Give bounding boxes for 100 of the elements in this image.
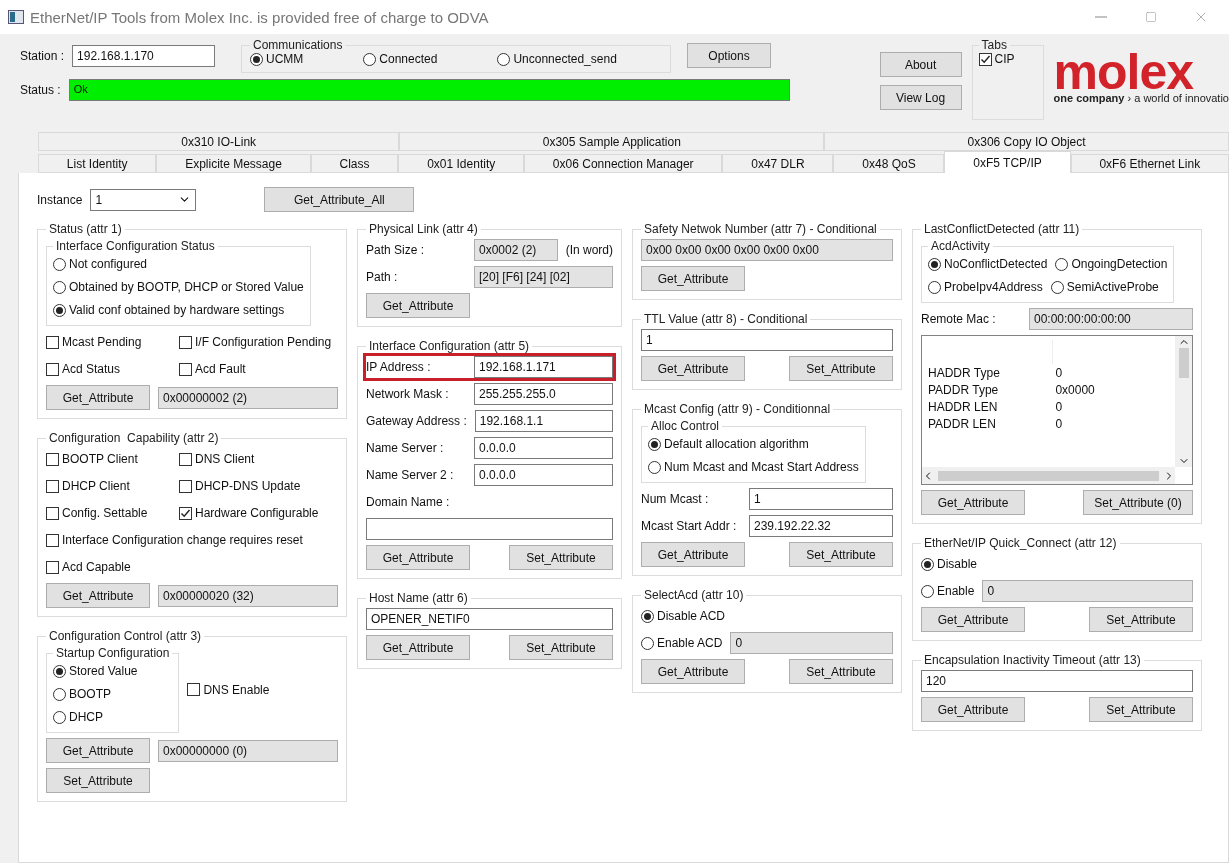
action-button[interactable]: Get_Attribute — [921, 490, 1025, 515]
action-button[interactable]: Set_Attribute — [789, 356, 893, 381]
action-button[interactable]: Get_Attribute — [46, 385, 150, 410]
options-button[interactable]: Options — [687, 43, 772, 68]
text-field[interactable]: OPENER_NETIF0 — [366, 608, 613, 630]
action-button[interactable]: Get_Attribute — [641, 659, 745, 684]
scrollbar-thumb[interactable] — [1178, 348, 1189, 378]
tab[interactable]: 0x306 Copy IO Object — [824, 132, 1229, 151]
list-cell-text: 0 — [1054, 399, 1064, 414]
action-button[interactable]: Get_Attribute — [366, 545, 470, 570]
instance-dropdown[interactable]: 1 — [90, 188, 197, 211]
scrollbar-thumb[interactable] — [938, 470, 1159, 481]
action-button[interactable]: Get_Attribute — [46, 738, 150, 763]
text-field[interactable]: 192.168.1.171 — [474, 356, 613, 378]
text-field[interactable]: 0x0002 (2) — [474, 239, 558, 261]
tab[interactable]: Explicite Message — [156, 154, 311, 173]
text-field[interactable]: 120 — [921, 670, 1193, 692]
text-field[interactable]: 0.0.0.0 — [474, 464, 613, 486]
about-button[interactable]: About — [879, 52, 962, 77]
text-field[interactable]: 1 — [749, 488, 893, 510]
tab[interactable]: 0x06 Connection Manager — [524, 154, 723, 173]
radio-option[interactable]: OngoingDetection — [1055, 257, 1168, 271]
text-field[interactable]: 1 — [641, 329, 893, 351]
action-button[interactable]: Set_Attribute — [509, 635, 613, 660]
text-field[interactable]: 255.255.255.0 — [474, 383, 613, 405]
radio-option[interactable]: UCMM — [250, 52, 304, 66]
action-button[interactable]: Get_Attribute — [366, 635, 470, 660]
text-field[interactable]: 0x00000002 (2) — [158, 386, 338, 409]
action-button[interactable]: Set_Attribute — [789, 659, 893, 684]
text-field[interactable]: 0 — [730, 632, 893, 654]
radio-option[interactable]: Not configured — [53, 257, 148, 271]
action-button[interactable]: Set_Attribute — [46, 768, 150, 793]
checkbox-option[interactable]: BOOTP Client — [46, 452, 171, 466]
radio-option[interactable]: Stored Value — [53, 664, 138, 678]
radio-option[interactable]: SemiActiveProbe — [1050, 280, 1159, 294]
station-field[interactable]: 192.168.1.170 — [72, 44, 216, 67]
checkbox-option[interactable]: DHCP-DNS Update — [179, 479, 304, 493]
checkbox-option[interactable]: Acd Capable — [46, 560, 131, 574]
list-view[interactable]: HADDR Type 0 PADDR Type 0x0000 HADDR LEN 0 PADDR LEN 0 — [921, 335, 1193, 485]
radio-option[interactable]: Connected — [363, 52, 438, 66]
get-all-button[interactable]: Get_Attribute_All — [264, 187, 415, 212]
checkbox-option[interactable]: DNS Client — [179, 452, 304, 466]
action-button[interactable]: Get_Attribute — [366, 293, 470, 318]
text-field[interactable]: [20] [F6] [24] [02] — [474, 266, 613, 288]
text-field[interactable]: 00:00:00:00:00:00 — [1029, 308, 1193, 330]
list-cell-text: 0 — [1054, 416, 1064, 431]
radio-option[interactable]: Obtained by BOOTP, DHCP or Stored Value — [53, 280, 304, 294]
text-field[interactable]: 0x00 0x00 0x00 0x00 0x00 0x00 — [641, 239, 893, 261]
action-button[interactable]: Set_Attribute — [1089, 607, 1193, 632]
radio-option[interactable]: Unconnected_send — [497, 52, 617, 66]
text-field[interactable]: 0.0.0.0 — [474, 437, 613, 459]
radio-option[interactable]: Default allocation algorithm — [648, 437, 809, 451]
text-field[interactable]: 192.168.1.1 — [474, 410, 613, 432]
text-field[interactable]: 0 — [982, 580, 1193, 602]
radio-option[interactable]: DHCP — [53, 710, 103, 724]
checkbox-option[interactable]: DNS Enable — [187, 682, 270, 697]
action-button[interactable]: Set_Attribute — [1089, 697, 1193, 722]
radio-option[interactable]: ProbeIpv4Address — [928, 280, 1043, 294]
checkbox-option[interactable]: CIP — [978, 52, 1037, 66]
tab[interactable]: Class — [310, 154, 399, 173]
radio-option[interactable]: Disable — [921, 557, 978, 571]
tab[interactable]: 0x48 QoS — [833, 154, 945, 173]
tab[interactable]: 0x01 Identity — [398, 154, 525, 173]
tab[interactable]: 0xF6 Ethernet Link — [1070, 154, 1229, 173]
text-field[interactable]: 0x00000000 (0) — [158, 739, 338, 762]
checkbox-option[interactable]: I/F Configuration Pending — [179, 335, 332, 349]
horizontal-scrollbar[interactable] — [922, 467, 1175, 484]
action-button[interactable]: Set_Attribute — [509, 545, 613, 570]
action-button[interactable]: Get_Attribute — [921, 697, 1025, 722]
radio-option[interactable]: Enable ACD — [641, 636, 723, 650]
checkbox-option[interactable]: DHCP Client — [46, 479, 171, 493]
action-button[interactable]: Set_Attribute (0) — [1083, 490, 1193, 515]
text-field[interactable]: 239.192.22.32 — [749, 515, 893, 537]
checkbox-option[interactable]: Acd Fault — [179, 362, 304, 376]
checkbox-option[interactable]: Config. Settable — [46, 506, 171, 520]
radio-option[interactable]: Num Mcast and Mcast Start Address — [648, 460, 859, 474]
tab[interactable]: 0x47 DLR — [722, 154, 834, 173]
action-button[interactable]: Get_Attribute — [641, 542, 745, 567]
radio-option[interactable]: Disable ACD — [641, 609, 726, 623]
view-log-button[interactable]: View Log — [879, 85, 962, 110]
action-button[interactable]: Get_Attribute — [46, 583, 150, 608]
action-button[interactable]: Get_Attribute — [921, 607, 1025, 632]
checkbox-option[interactable]: Interface Configuration change requires reset — [46, 533, 303, 547]
checkbox-option[interactable]: Acd Status — [46, 362, 171, 376]
checkbox-option[interactable]: Hardware Configurable — [179, 506, 319, 520]
radio-option[interactable]: NoConflictDetected — [928, 257, 1048, 271]
tab[interactable]: List Identity — [38, 154, 157, 173]
vertical-scrollbar[interactable] — [1175, 336, 1192, 467]
action-button[interactable]: Set_Attribute — [789, 542, 893, 567]
checkbox-option[interactable]: Mcast Pending — [46, 335, 171, 349]
text-field[interactable] — [366, 518, 613, 540]
text-field[interactable]: 0x00000020 (32) — [158, 584, 338, 607]
tab[interactable]: 0x310 IO-Link — [38, 132, 400, 151]
action-button[interactable]: Get_Attribute — [641, 356, 745, 381]
radio-option[interactable]: BOOTP — [53, 687, 111, 701]
tab[interactable]: 0x305 Sample Application — [399, 132, 825, 151]
radio-option[interactable]: Enable — [921, 584, 975, 598]
radio-option[interactable]: Valid conf obtained by hardware settings — [53, 303, 285, 317]
action-button[interactable]: Get_Attribute — [641, 266, 745, 291]
tab[interactable]: 0xF5 TCP/IP — [944, 151, 1071, 173]
